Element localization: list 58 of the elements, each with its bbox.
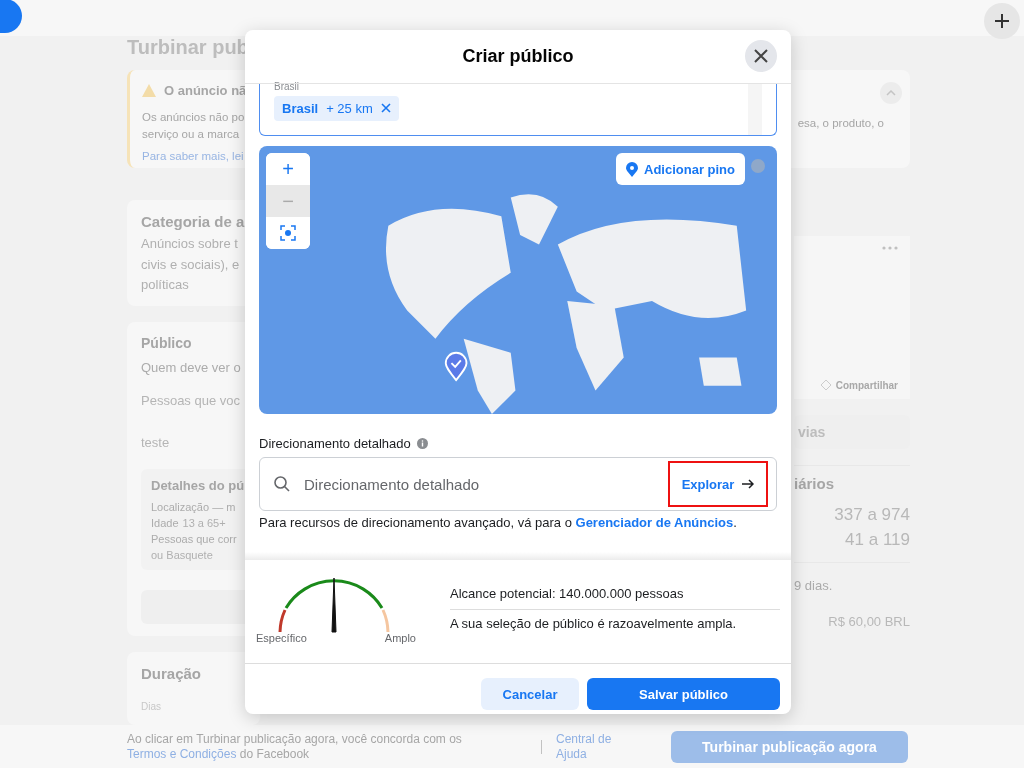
search-icon [274, 476, 290, 492]
dialog-title: Criar público [462, 46, 574, 67]
card-text: políticas [141, 276, 190, 294]
warning-text: serviço ou a marca [142, 127, 241, 143]
location-pin-icon [444, 351, 468, 382]
section-label: Direcionamento detalhado [259, 436, 411, 451]
warning-title: O anúncio nã [164, 82, 247, 100]
details-value: 13 a 65+ [182, 515, 226, 531]
details-text: Pessoas que corr [151, 531, 238, 547]
result-value: 337 a 974 [834, 504, 910, 527]
warning-text: esa, o produto, o [797, 116, 884, 131]
card-text: civis e sociais), e [141, 255, 241, 274]
location-field[interactable]: Brasil Brasil + 25 km [259, 84, 777, 136]
card-text: Pessoas que voc [141, 392, 241, 410]
explore-button[interactable]: Explorar [668, 461, 768, 507]
map-pin-icon [626, 161, 638, 177]
card-subtitle: Quem deve ver o [141, 358, 242, 377]
details-text: Localização — m [151, 499, 237, 515]
card-title: Categoria de a [141, 212, 246, 232]
chevron-up-icon [886, 90, 896, 96]
close-button[interactable] [745, 40, 777, 72]
details-title: Detalhes do pú [151, 477, 246, 495]
budget-total: R$ 60,00 BRL [828, 612, 910, 631]
locate-icon [280, 225, 296, 241]
result-value: 41 a 119 [845, 529, 910, 552]
arrow-right-icon [742, 479, 755, 489]
budget-note: 9 dias. [794, 577, 833, 595]
save-button[interactable]: Salvar público [587, 678, 780, 710]
share-icon [819, 379, 832, 391]
reach-note: A sua seleção de público é razoavelmente ampla. [450, 615, 738, 633]
warning-text: Os anúncios não po [142, 109, 246, 125]
help-text: Para recursos de direcionamento avançado, vá para o Gerenciador de Anúncios. [259, 515, 738, 530]
location-tag: Brasil + 25 km [274, 95, 399, 121]
remove-button[interactable] [380, 103, 391, 113]
card-title: Público [141, 333, 193, 353]
close-icon [754, 49, 768, 63]
close-icon [380, 103, 391, 113]
gauge-label: Amplo [384, 632, 416, 644]
search-field[interactable]: Direcionamento detalhado Explorar [259, 457, 777, 511]
card-title: Duração [141, 664, 203, 685]
share-button[interactable]: Compartilhar [819, 379, 898, 391]
help-center-link[interactable]: Central de Ajuda [556, 731, 626, 762]
plus-icon [995, 14, 1009, 28]
audience-name: teste [141, 433, 171, 452]
more-icon [882, 246, 898, 250]
terms-notice: Ao clicar em Turbinar publicação agora, você concorda com os Termos e Condições do Facebook [127, 731, 463, 762]
details-label: Idade [151, 515, 179, 531]
details-text: ou Basquete [151, 547, 214, 563]
add-button[interactable] [984, 3, 1020, 39]
section-title: iários [794, 474, 835, 494]
app-logo [0, 0, 22, 33]
card-text: Anúncios sobre t [141, 235, 239, 253]
warning-icon [142, 84, 156, 98]
cancel-button[interactable]: Cancelar [481, 678, 579, 710]
terms-link[interactable]: Termos e Condições [127, 746, 237, 761]
add-pin-button[interactable]: Adicionar pino [616, 153, 745, 185]
gauge-label: Específico [256, 632, 307, 644]
reach-estimate: Alcance potencial: 140.000.000 pessoas [450, 580, 780, 610]
